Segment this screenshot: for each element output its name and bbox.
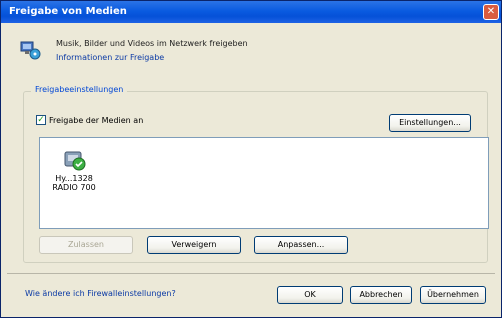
share-media-label[interactable]: Freigabe der Medien an [49,116,143,125]
cancel-button[interactable]: Abbrechen [350,286,412,304]
footer-separator [7,273,495,274]
customize-button[interactable]: Anpassen... [254,236,348,254]
settings-button[interactable]: Einstellungen... [389,114,471,132]
sharing-info-link[interactable]: Informationen zur Freigabe [56,53,164,62]
device-name-line2: RADIO 700 [52,183,96,192]
sharing-settings-legend: Freigabeeinstellungen [31,85,128,94]
media-device-icon [64,151,86,171]
window-title: Freigabe von Medien [9,6,127,17]
title-bar[interactable]: Freigabe von Medien ✕ [1,1,501,23]
deny-button[interactable]: Verweigern [147,236,241,254]
apply-button[interactable]: Übernehmen [420,286,486,304]
allow-button[interactable]: Zulassen [39,236,133,254]
media-sharing-icon [20,41,41,60]
close-icon: ✕ [486,6,496,17]
device-item[interactable]: Hy...1328 RADIO 700 [48,146,100,192]
header-description: Musik, Bilder und Videos im Netzwerk fre… [56,39,248,48]
share-media-row: ✓ Freigabe der Medien an [36,115,143,125]
device-list[interactable]: Hy...1328 RADIO 700 [39,137,489,229]
device-name-line1: Hy...1328 [55,174,93,183]
ok-button[interactable]: OK [277,286,343,304]
checkmark-icon: ✓ [37,115,45,125]
firewall-settings-link[interactable]: Wie ändere ich Firewalleinstellungen? [25,289,176,298]
media-sharing-dialog: Freigabe von Medien ✕ Musik, Bilder und … [0,0,502,318]
close-button[interactable]: ✕ [483,4,499,20]
share-media-checkbox[interactable]: ✓ [36,115,46,125]
